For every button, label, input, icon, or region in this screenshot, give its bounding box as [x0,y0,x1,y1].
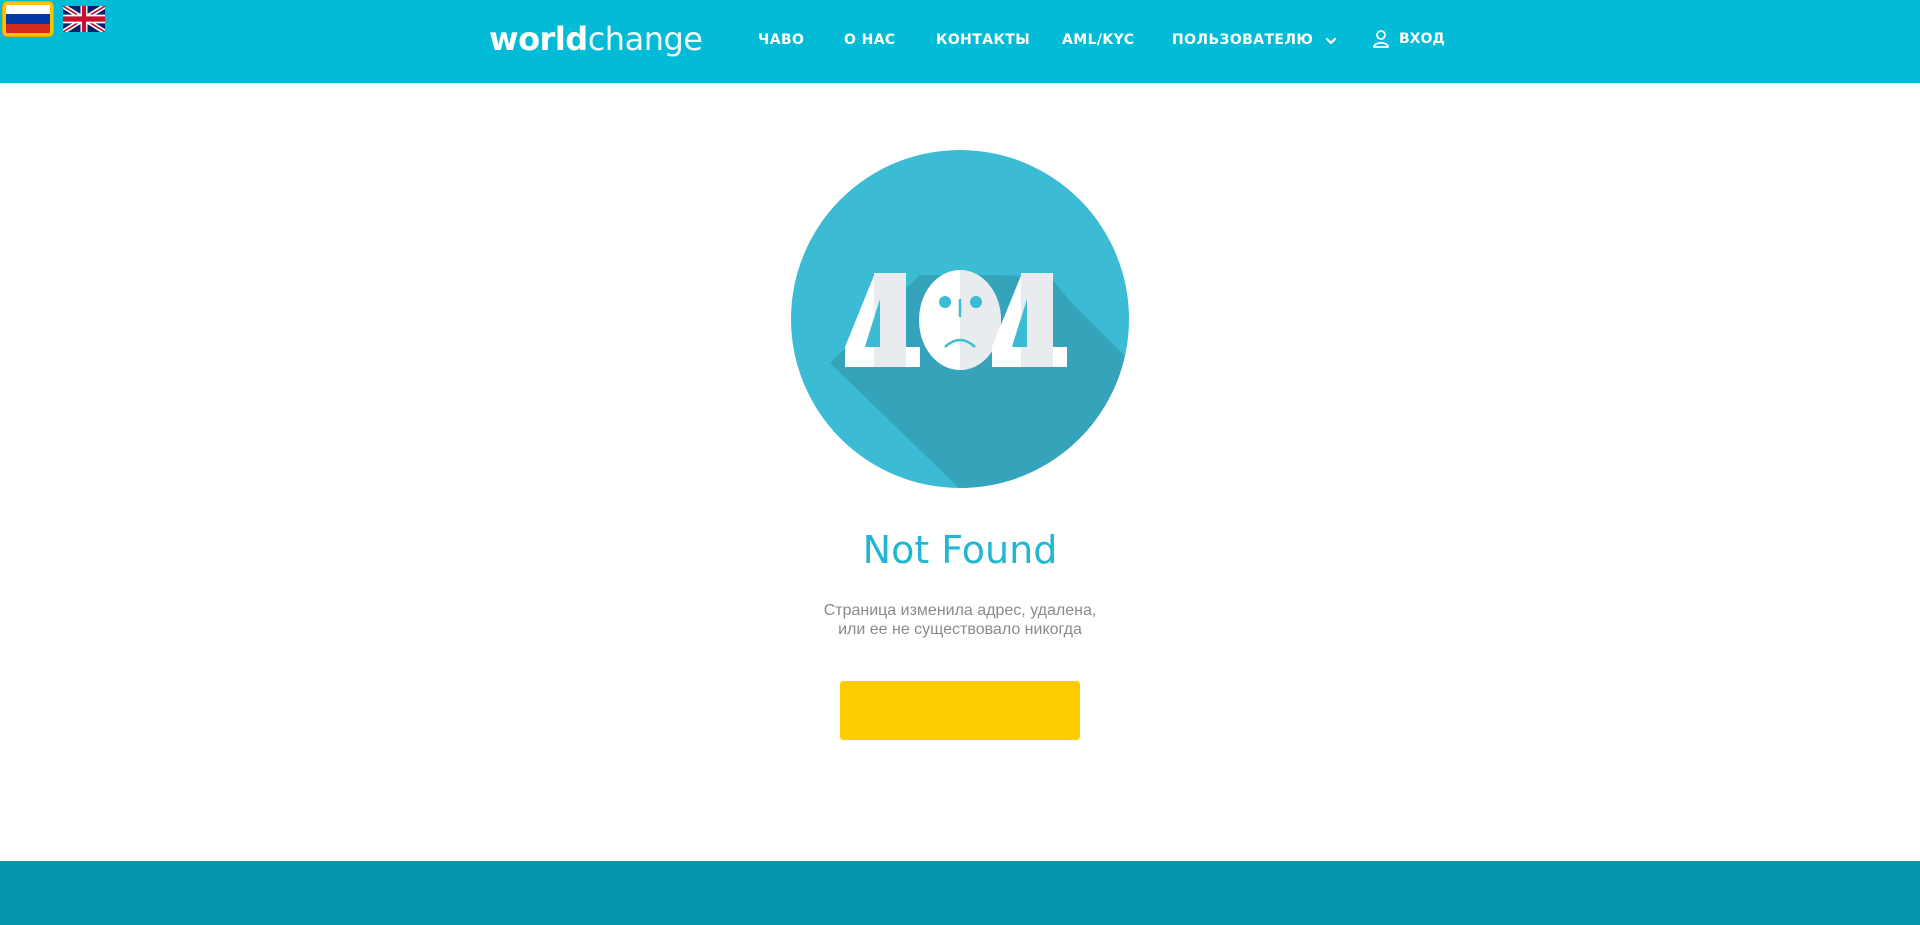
chevron-down-icon[interactable] [1324,34,1338,48]
nav-item-user[interactable]: ПОЛЬЗОВАТЕЛЮ [1172,30,1313,50]
russia-flag-icon [6,5,50,33]
nav-item-about[interactable]: О НАС [844,30,896,50]
error-description: Страница изменила адрес, удалена, или ее… [0,601,1920,639]
home-button[interactable] [840,681,1080,740]
page-title: Not Found [862,528,1058,572]
user-icon [1373,30,1389,48]
nav-item-aml-kyc[interactable]: AML/KYC [1062,30,1134,50]
error-code-graphic [845,270,1067,370]
nav-item-contacts[interactable]: КОНТАКТЫ [936,30,1030,50]
logo-bold-text: world [489,20,588,58]
language-en-button[interactable] [63,6,105,32]
logo-light-text: change [587,20,703,58]
login-label: ВХОД [1399,31,1445,47]
site-header: worldchange ЧАВО О НАС КОНТАКТЫ AML/KYC … [0,0,1920,83]
error-description-line-2: или ее не существовало никогда [838,621,1082,638]
language-ru-button[interactable] [3,2,53,36]
nav-item-faq[interactable]: ЧАВО [758,30,804,50]
site-footer [0,861,1920,925]
site-logo[interactable]: worldchange [489,19,703,59]
error-404-illustration [790,149,1130,489]
uk-flag-icon [63,6,105,32]
error-description-line-1: Страница изменила адрес, удалена, [823,602,1097,619]
